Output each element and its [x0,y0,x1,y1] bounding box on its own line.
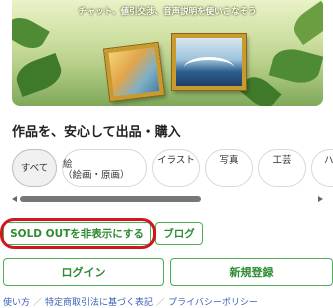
login-button[interactable]: ログイン [3,258,164,286]
footer-link-privacy[interactable]: プライバシーポリシー [168,298,258,308]
category-tab-painting[interactable]: 絵 （絵画・原画） [62,149,147,187]
blog-button[interactable]: ブログ [155,222,203,245]
scrollbar-thumb[interactable] [20,196,201,202]
leaf-decoration [12,53,66,97]
signup-button[interactable]: 新規登録 [170,258,333,286]
footer-link-usage[interactable]: 使い方 [3,298,30,308]
category-label: 工芸 [272,155,292,166]
scroll-left-arrow-icon[interactable] [12,196,17,202]
category-label: 絵 [63,159,73,170]
category-tab-photo[interactable]: 写真 [205,149,253,187]
category-label: 写真 [219,155,239,166]
category-label: ハン [324,155,333,166]
painting-frame-right [172,34,246,90]
footer-link-legal[interactable]: 特定商取引法に基づく表記 [45,298,153,308]
section-title: 作品を、安心して出品・購入 [12,125,181,140]
category-tab-craft[interactable]: 工芸 [258,149,306,187]
banner-caption: チャット、値引交渉、音声説明を使いこなそう [78,7,257,17]
hide-soldout-button[interactable]: SOLD OUTを非表示にする [3,222,151,245]
scroll-right-arrow-icon[interactable] [318,196,323,202]
category-tab-illustration[interactable]: イラスト [152,149,200,187]
leaf-decoration [268,44,323,88]
leaf-decoration [12,11,50,55]
category-tab-more[interactable]: ハン [311,149,333,187]
painting-frame-left [104,42,164,102]
category-label: すべて [20,162,49,174]
footer-links: 使い方／特定商取引法に基づく表記／プライバシーポリシー [3,295,258,308]
category-label: イラスト [157,155,195,166]
footer-separator: ／ [33,298,43,308]
category-tab-all[interactable]: すべて [12,149,57,187]
category-tabs: すべて 絵 （絵画・原画） イラスト 写真 工芸 ハン [12,149,333,191]
footer-separator: ／ [156,298,166,308]
hero-banner[interactable]: チャット、値引交渉、音声説明を使いこなそう [12,0,323,106]
horizontal-scrollbar[interactable] [12,196,323,202]
category-sublabel: （絵画・原画） [63,170,130,181]
